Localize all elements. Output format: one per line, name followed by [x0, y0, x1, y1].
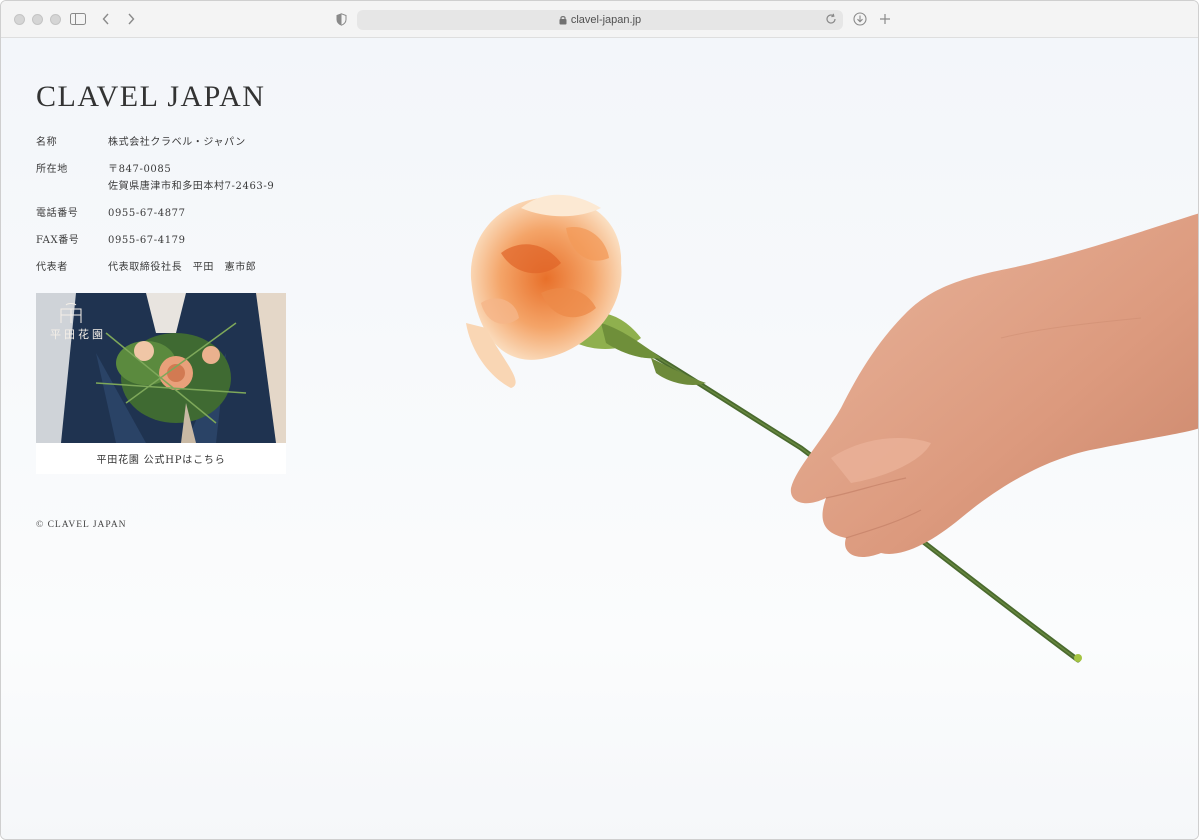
plus-icon [880, 14, 890, 24]
minimize-window-button[interactable] [32, 14, 43, 25]
chevron-right-icon [128, 13, 135, 25]
info-row-phone: 電話番号 0955-67-4877 [36, 205, 274, 222]
info-value: 0955-67-4179 [108, 235, 186, 246]
company-info: 名称 株式会社クラベル・ジャパン 所在地 〒847-0085 佐賀県唐津市和多田… [36, 134, 274, 286]
card-caption-link[interactable]: 平田花園 公式HPはこちら [36, 443, 286, 474]
info-label: 名称 [36, 137, 58, 148]
back-button[interactable] [99, 9, 113, 29]
info-label: 所在地 [36, 164, 68, 175]
hirata-kaen-link-card[interactable]: 平田花園 平田花園 公式HPはこちら [36, 293, 286, 474]
info-label: 代表者 [36, 262, 68, 273]
info-label: 電話番号 [36, 208, 79, 219]
copyright: © CLAVEL JAPAN [36, 520, 127, 530]
bouquet-photo: 平田花園 [36, 293, 286, 443]
info-label: FAX番号 [36, 235, 80, 246]
download-icon [853, 12, 867, 26]
page-content: CLAVEL JAPAN 名称 株式会社クラベル・ジャパン 所在地 〒847-0… [1, 38, 1198, 839]
reload-icon [826, 13, 836, 24]
zoom-window-button[interactable] [50, 14, 61, 25]
info-row-representative: 代表者 代表取締役社長 平田 憲市郎 [36, 259, 274, 276]
downloads-button[interactable] [852, 9, 868, 29]
info-value: 0955-67-4877 [108, 208, 186, 219]
chevron-left-icon [102, 13, 109, 25]
info-row-fax: FAX番号 0955-67-4179 [36, 232, 274, 249]
new-tab-button[interactable] [878, 9, 892, 29]
browser-toolbar: clavel-japan.jp [1, 1, 1198, 38]
hand [790, 213, 1198, 557]
reload-button[interactable] [825, 13, 837, 25]
window-controls [14, 14, 61, 25]
lock-icon [559, 15, 567, 25]
sidebar-toggle-button[interactable] [69, 9, 87, 29]
info-value: 株式会社クラベル・ジャパン [108, 137, 246, 148]
shield-icon [336, 12, 346, 26]
info-row-name: 名称 株式会社クラベル・ジャパン [36, 134, 274, 151]
info-value: 代表取締役社長 平田 憲市郎 [108, 262, 257, 273]
carnation-flower [466, 194, 622, 388]
close-window-button[interactable] [14, 14, 25, 25]
address-bar[interactable]: clavel-japan.jp [357, 10, 843, 30]
info-value: 〒847-0085 佐賀県唐津市和多田本村7-2463-9 [108, 164, 275, 192]
forward-button[interactable] [124, 9, 138, 29]
brand-logo: CLAVEL JAPAN [36, 80, 266, 113]
url-text: clavel-japan.jp [570, 14, 642, 26]
privacy-report-button[interactable] [334, 9, 348, 29]
card-logo-text: 平田花園 [50, 328, 106, 341]
sidebar-icon [70, 13, 86, 25]
browser-window: clavel-japan.jp CLAVEL JAPAN 名称 株式会社クラベル… [0, 0, 1199, 840]
info-row-address: 所在地 〒847-0085 佐賀県唐津市和多田本村7-2463-9 [36, 161, 274, 195]
